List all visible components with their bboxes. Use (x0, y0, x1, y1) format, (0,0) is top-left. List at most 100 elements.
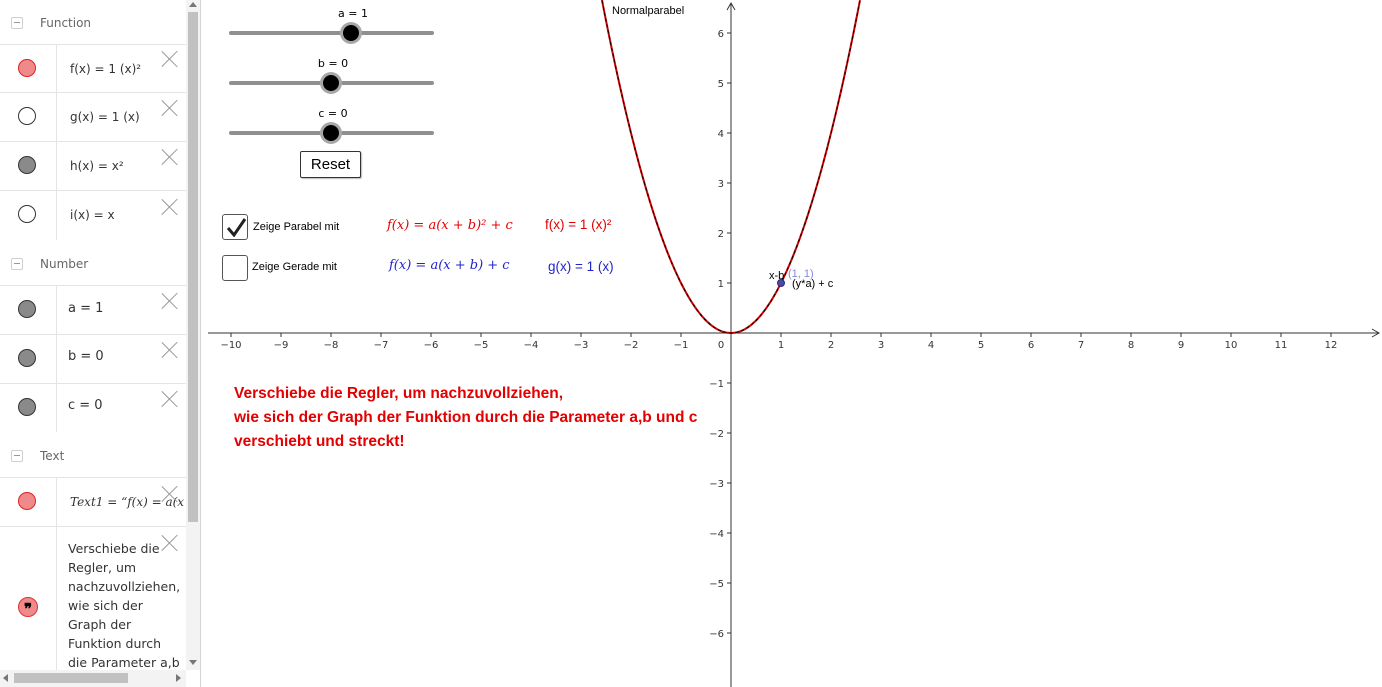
algebra-row-i[interactable]: i(x) = x (0, 190, 186, 240)
collapse-icon[interactable] (11, 450, 23, 462)
x-tick-label: −10 (220, 340, 241, 351)
category-label: Number (40, 257, 89, 271)
parabola-current-formula: f(x) = 1 (x)² (545, 217, 612, 232)
category-number[interactable]: Number (0, 241, 186, 287)
algebra-row-text2[interactable]: ❞ Verschiebe die Regler, um nachzuvollzi… (0, 526, 186, 687)
y-tick-label: 4 (718, 129, 724, 140)
scrollbar-thumb[interactable] (14, 673, 128, 683)
horizontal-scrollbar[interactable] (0, 670, 186, 687)
algebra-row-a[interactable]: a = 1 (0, 285, 186, 334)
x-tick-label: −8 (324, 340, 339, 351)
y-tick-label: 6 (718, 29, 724, 40)
x-tick-label: 9 (1178, 340, 1184, 351)
checkbox-line[interactable] (222, 255, 248, 281)
algebra-row-h[interactable]: h(x) = x² (0, 141, 186, 190)
y-tick-label: −5 (709, 579, 724, 590)
visibility-toggle-icon[interactable] (18, 156, 36, 174)
x-tick-label: −5 (474, 340, 489, 351)
y-tick-label: −2 (709, 429, 724, 440)
y-tick-label: 1 (718, 279, 724, 290)
delete-icon[interactable] (161, 50, 179, 68)
algebra-expression[interactable]: i(x) = x (70, 208, 115, 222)
x-tick-label: 7 (1078, 340, 1084, 351)
visibility-toggle-icon[interactable] (18, 205, 36, 223)
scroll-right-icon[interactable] (176, 674, 181, 682)
delete-icon[interactable] (161, 534, 179, 552)
slider-a-track[interactable] (229, 31, 434, 35)
x-tick-label: 5 (978, 340, 984, 351)
x-tick-label: −7 (374, 340, 389, 351)
algebra-row-f[interactable]: f(x) = 1 (x)² (0, 44, 186, 93)
tick-labels: −10 −9 −8 −7 −6 −5 −4 −3 −2 −1 0 1 2 3 4 5 6 7 8 9 10 11 12−6−… (220, 29, 1337, 640)
delete-icon[interactable] (161, 292, 179, 310)
delete-icon[interactable] (161, 148, 179, 166)
category-label: Text (40, 449, 65, 463)
algebra-row-g[interactable]: g(x) = 1 (x) (0, 92, 186, 141)
visibility-toggle-icon[interactable] (18, 492, 36, 510)
category-text[interactable]: Text (0, 433, 186, 479)
delete-icon[interactable] (161, 341, 179, 359)
scroll-up-icon[interactable] (189, 2, 197, 7)
x-tick-label: 1 (778, 340, 784, 351)
y-tick-label: 2 (718, 229, 724, 240)
slider-b-label: b = 0 (317, 57, 349, 70)
algebra-row-c[interactable]: c = 0 (0, 383, 186, 432)
algebra-row-text1[interactable]: Text1 = “f(x) = a(x (0, 477, 186, 527)
x-tick-label: −3 (574, 340, 589, 351)
x-tick-label: 11 (1275, 340, 1288, 351)
algebra-expression[interactable]: c = 0 (68, 398, 103, 413)
algebra-expression[interactable]: f(x) = 1 (x)² (70, 62, 141, 76)
y-tick-label: −6 (709, 629, 724, 640)
line-general-formula: f(x) = a(x + b) + c (389, 258, 510, 273)
slider-b-knob[interactable] (323, 75, 339, 91)
algebra-expression[interactable]: b = 0 (68, 349, 104, 364)
visibility-toggle-icon[interactable] (18, 300, 36, 318)
slider-a-knob[interactable] (343, 25, 359, 41)
slider-c-knob[interactable] (323, 125, 339, 141)
vertical-scrollbar[interactable] (186, 0, 200, 670)
quote-icon[interactable]: ❞ (18, 597, 38, 618)
algebra-row-b[interactable]: b = 0 (0, 334, 186, 383)
y-transform-label: (y*a) + c (792, 278, 834, 290)
coordinate-plane[interactable]: −10 −9 −8 −7 −6 −5 −4 −3 −2 −1 0 1 2 3 4 5 6 7 8 9 10 11 12−6−… (206, 0, 1382, 687)
normalparabola-label: Normalparabel (612, 5, 685, 17)
x-tick-label: −2 (624, 340, 639, 351)
delete-icon[interactable] (161, 99, 179, 117)
algebra-text-content[interactable]: Verschiebe die Regler, um nachzuvollzieh… (68, 539, 184, 687)
scroll-down-icon[interactable] (189, 660, 197, 665)
visibility-toggle-icon[interactable] (18, 107, 36, 125)
delete-icon[interactable] (161, 198, 179, 216)
category-function[interactable]: Function (0, 0, 186, 46)
x-tick-label: 8 (1128, 340, 1134, 351)
visibility-toggle-icon[interactable] (18, 398, 36, 416)
scrollbar-thumb[interactable] (188, 12, 198, 522)
x-tick-label: −9 (274, 340, 289, 351)
x-tick-label: 3 (878, 340, 884, 351)
reset-button[interactable]: Reset (300, 151, 361, 178)
line-current-formula: g(x) = 1 (x) (548, 259, 614, 274)
checkbox-parabola[interactable] (222, 214, 248, 240)
visibility-toggle-icon[interactable] (18, 59, 36, 77)
y-tick-label: −3 (709, 479, 724, 490)
visibility-toggle-icon[interactable] (18, 349, 36, 367)
instruction-line: verschiebt und streckt! (234, 433, 405, 450)
y-tick-label: −4 (709, 529, 724, 540)
collapse-icon[interactable] (11, 258, 23, 270)
checkbox-line-label[interactable]: Zeige Gerade mit (252, 261, 337, 273)
scroll-left-icon[interactable] (3, 674, 8, 682)
collapse-icon[interactable] (11, 17, 23, 29)
y-tick-label: 3 (718, 179, 724, 190)
delete-icon[interactable] (161, 485, 179, 503)
checkbox-parabola-label[interactable]: Zeige Parabel mit (253, 221, 339, 233)
x-tick-label: 4 (928, 340, 934, 351)
x-tick-label: −6 (424, 340, 439, 351)
x-tick-label: 6 (1028, 340, 1034, 351)
x-tick-label: 10 (1225, 340, 1238, 351)
algebra-expression[interactable]: g(x) = 1 (x) (70, 110, 140, 124)
graphics-view[interactable]: −10 −9 −8 −7 −6 −5 −4 −3 −2 −1 0 1 2 3 4 5 6 7 8 9 10 11 12 −6−… (206, 0, 1382, 687)
checkmark-icon (226, 218, 246, 237)
algebra-expression[interactable]: h(x) = x² (70, 159, 124, 173)
category-label: Function (40, 16, 92, 30)
algebra-expression[interactable]: a = 1 (68, 301, 103, 316)
delete-icon[interactable] (161, 390, 179, 408)
